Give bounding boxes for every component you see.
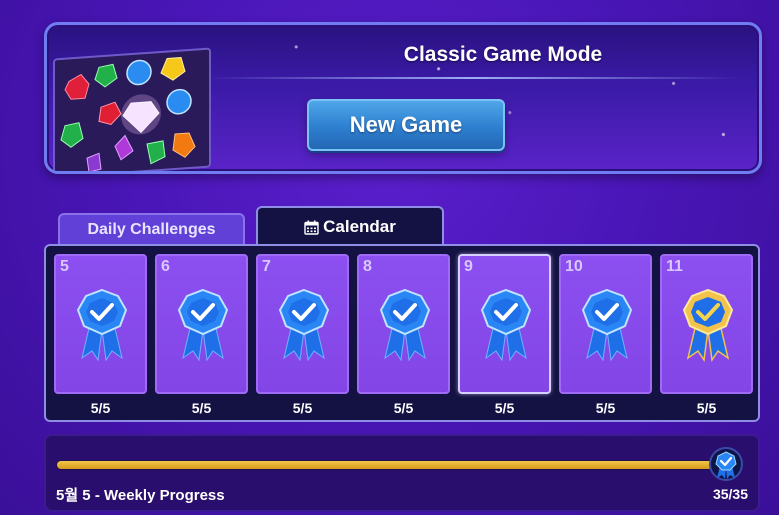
day-number: 11 [666,258,683,275]
weekly-progress-count: 35/35 [712,486,748,502]
day-card-7[interactable]: 7 [256,254,349,394]
day-card-6[interactable]: 6 [155,254,248,394]
blue-ribbon-icon [708,446,744,487]
new-game-button[interactable]: New Game [307,99,505,151]
day-number: 7 [262,258,271,275]
day-card-5[interactable]: 5 [54,254,147,394]
blue-ribbon-icon [579,288,635,367]
day-card-10[interactable]: 10 [559,254,652,394]
day-score: 5/5 [494,400,515,416]
weekly-progress-panel: 5월 5 - Weekly Progress 35/35 [44,434,760,512]
day-number: 9 [464,258,473,275]
day-score: 5/5 [696,400,717,416]
blue-ribbon-icon [276,288,332,367]
gold-ribbon-icon [680,288,736,367]
day-score: 5/5 [90,400,111,416]
classic-mode-banner: Classic Game Mode New Game [44,22,762,174]
tab-calendar-label: Calendar [323,217,396,236]
blue-ribbon-icon [478,288,534,367]
blue-ribbon-icon [175,288,231,367]
day-score: 5/5 [595,400,616,416]
weekly-progress-fill [57,461,723,469]
weekly-progress-bar [56,460,724,470]
day-card-9[interactable]: 9 [458,254,551,394]
day-score: 5/5 [292,400,313,416]
weekly-progress-label: 5월 5 - Weekly Progress [56,487,225,504]
game-mode-title: Classic Game Mode [403,43,603,66]
day-number: 5 [60,258,69,275]
day-card-11[interactable]: 11 [660,254,753,394]
tab-calendar[interactable]: Calendar [256,206,444,246]
day-number: 6 [161,258,170,275]
day-number: 8 [363,258,372,275]
banner-glow-line [207,77,739,79]
gem-board-icon [53,47,211,171]
tab-daily-challenges-label: Daily Challenges [87,220,216,238]
day-card-8[interactable]: 8 [357,254,450,394]
day-score: 5/5 [393,400,414,416]
blue-ribbon-icon [74,288,130,367]
day-number: 10 [565,258,583,275]
calendar-panel: 5 5/5 6 5/5 7 5/5 8 5/5 9 5/5 10 5/5 11 … [44,244,760,422]
tab-daily-challenges[interactable]: Daily Challenges [58,213,245,244]
calendar-icon [304,220,319,235]
day-score: 5/5 [191,400,212,416]
blue-ribbon-icon [377,288,433,367]
